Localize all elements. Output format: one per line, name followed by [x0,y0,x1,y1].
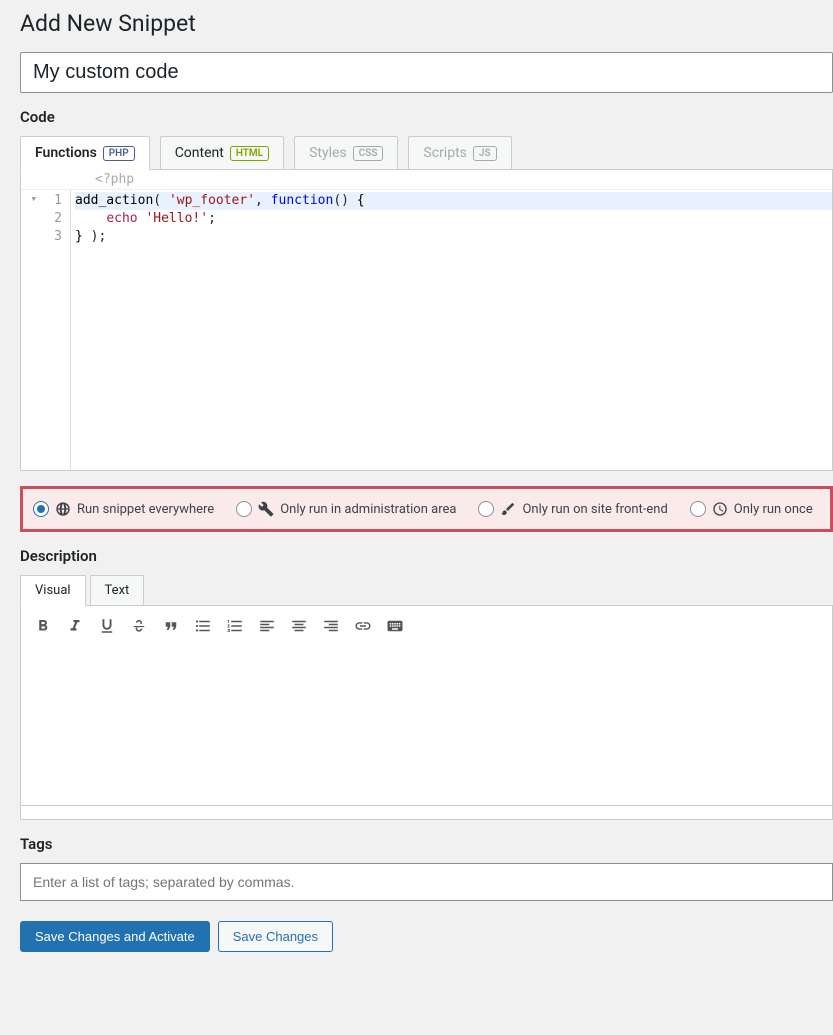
scope-once[interactable]: Only run once [690,501,813,517]
snippet-title-input[interactable] [20,52,833,93]
scope-admin-label: Only run in administration area [280,502,456,517]
php-open-tag: <?php [21,170,832,190]
tab-functions-label: Functions [35,145,97,161]
link-button[interactable] [349,612,377,640]
badge-js: JS [473,146,497,161]
scope-admin[interactable]: Only run in administration area [236,501,456,517]
scope-everywhere[interactable]: Run snippet everywhere [33,501,214,517]
badge-html: HTML [230,146,269,161]
fold-gutter: ▾ [21,190,41,470]
desc-tab-text[interactable]: Text [90,575,145,606]
clock-icon [712,501,728,517]
scope-once-label: Only run once [734,502,813,517]
section-tags-heading: Tags [20,835,833,853]
fold-marker[interactable]: ▾ [21,192,37,205]
align-center-button[interactable] [285,612,313,640]
badge-php: PHP [103,146,135,161]
tab-styles-label: Styles [309,145,347,161]
scope-frontend-label: Only run on site front-end [522,502,667,517]
bullet-list-button[interactable] [189,612,217,640]
save-activate-button[interactable]: Save Changes and Activate [20,921,210,952]
numbered-list-button[interactable] [221,612,249,640]
scope-everywhere-label: Run snippet everywhere [77,502,214,517]
line-numbers: 1 2 3 [41,190,71,470]
tab-functions[interactable]: Functions PHP [20,136,150,170]
align-right-button[interactable] [317,612,345,640]
form-actions: Save Changes and Activate Save Changes [20,921,833,952]
code-tabs: Functions PHP Content HTML Styles CSS Sc… [20,136,833,170]
tab-scripts-label: Scripts [423,145,466,161]
description-tabs: Visual Text [20,575,833,606]
desc-tab-visual[interactable]: Visual [20,575,86,606]
quote-button[interactable] [157,612,185,640]
code-editor[interactable]: <?php ▾ 1 2 3 add_action( 'wp_footer', f… [20,169,833,471]
tab-scripts: Scripts JS [408,136,511,170]
page-title: Add New Snippet [20,10,833,37]
description-editor[interactable] [20,646,833,806]
tags-input[interactable] [20,863,833,901]
radio-admin[interactable] [236,501,252,517]
tab-content[interactable]: Content HTML [160,136,284,170]
keyboard-button[interactable] [381,612,409,640]
underline-button[interactable] [93,612,121,640]
section-code-heading: Code [20,108,833,126]
description-statusbar [20,806,833,820]
badge-css: CSS [353,146,384,161]
scope-frontend[interactable]: Only run on site front-end [478,501,667,517]
globe-icon [55,501,71,517]
scope-options: Run snippet everywhere Only run in admin… [20,486,833,532]
wrench-icon [258,501,274,517]
strikethrough-button[interactable] [125,612,153,640]
italic-button[interactable] [61,612,89,640]
description-toolbar [20,606,833,646]
tab-styles: Styles CSS [294,136,398,170]
tab-content-label: Content [175,145,224,161]
align-left-button[interactable] [253,612,281,640]
radio-once[interactable] [690,501,706,517]
radio-frontend[interactable] [478,501,494,517]
section-description-heading: Description [20,547,833,565]
brush-icon [500,501,516,517]
code-content[interactable]: add_action( 'wp_footer', function() { ec… [71,190,832,470]
bold-button[interactable] [29,612,57,640]
radio-everywhere[interactable] [33,501,49,517]
save-button[interactable]: Save Changes [218,921,333,952]
